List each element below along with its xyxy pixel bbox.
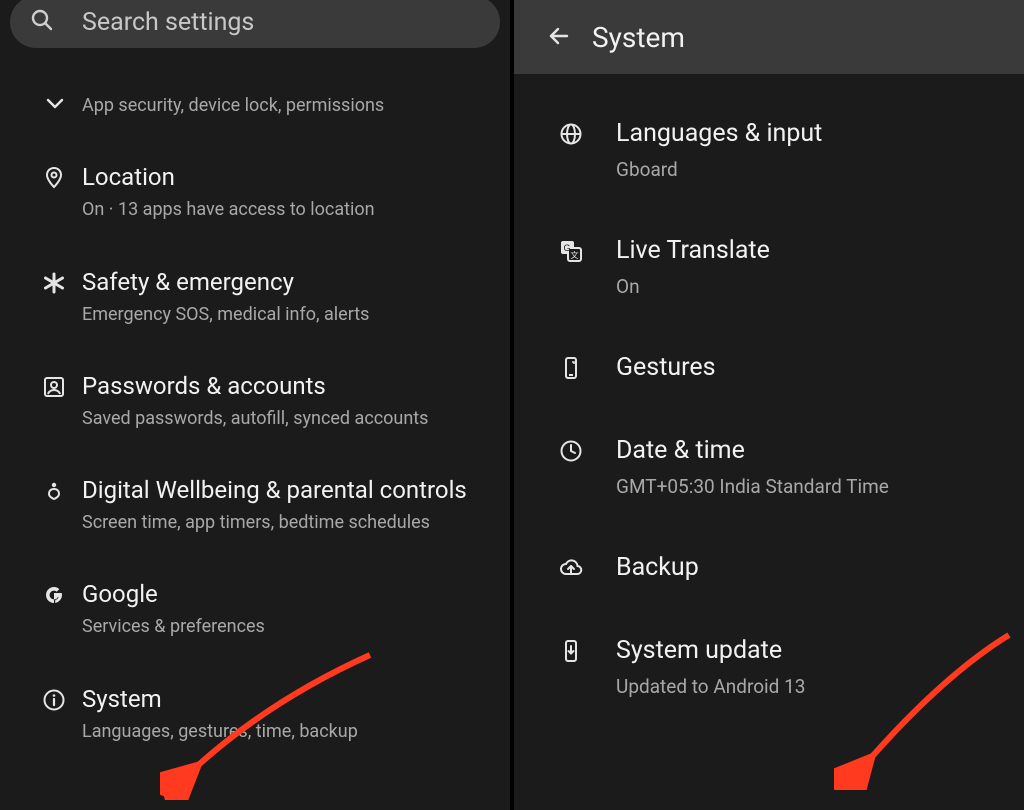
item-subtitle: On · 13 apps have access to location — [82, 198, 486, 222]
phone-gesture-icon — [559, 356, 585, 382]
item-title: Date & time — [616, 435, 1000, 466]
settings-item-google[interactable]: Google Services & preferences — [0, 557, 510, 661]
system-item-date-time[interactable]: Date & time GMT+05:30 India Standard Tim… — [514, 409, 1024, 526]
settings-item-location[interactable]: Location On · 13 apps have access to loc… — [0, 140, 510, 244]
cloud-upload-icon — [559, 556, 585, 582]
settings-main-pane: Search settings App security, device loc… — [0, 0, 512, 810]
translate-icon — [559, 239, 585, 265]
google-g-icon — [42, 583, 66, 607]
item-subtitle: GMT+05:30 India Standard Time — [616, 474, 1000, 500]
item-title: Google — [82, 579, 486, 609]
phone-download-icon — [559, 639, 585, 665]
system-item-gestures[interactable]: Gestures — [514, 326, 1024, 409]
item-title: Gestures — [616, 352, 1000, 383]
settings-list: App security, device lock, permissions L… — [0, 48, 510, 766]
system-item-live-translate[interactable]: Live Translate On — [514, 209, 1024, 326]
wellbeing-icon — [42, 479, 66, 503]
item-title: Live Translate — [616, 235, 1000, 266]
location-pin-icon — [42, 166, 66, 190]
system-item-system-update[interactable]: System update Updated to Android 13 — [514, 609, 1024, 726]
item-title: Passwords & accounts — [82, 371, 486, 401]
settings-item-wellbeing[interactable]: Digital Wellbeing & parental controls Sc… — [0, 453, 510, 557]
settings-item-system[interactable]: System Languages, gestures, time, backup — [0, 662, 510, 766]
globe-icon — [559, 122, 585, 148]
settings-item-security[interactable]: App security, device lock, permissions — [0, 58, 510, 140]
item-subtitle: Saved passwords, autofill, synced accoun… — [82, 407, 486, 431]
item-subtitle: Emergency SOS, medical info, alerts — [82, 303, 486, 327]
item-title: Safety & emergency — [82, 267, 486, 297]
system-item-languages[interactable]: Languages & input Gboard — [514, 92, 1024, 209]
back-button[interactable] — [534, 24, 586, 50]
item-subtitle: Services & preferences — [82, 615, 486, 639]
item-subtitle: Updated to Android 13 — [616, 674, 1000, 700]
item-subtitle: Languages, gestures, time, backup — [82, 720, 486, 744]
item-title: System update — [616, 635, 1000, 666]
search-placeholder: Search settings — [82, 8, 254, 37]
system-pane: System Languages & input Gboard Live Tra… — [512, 0, 1024, 810]
item-subtitle: Screen time, app timers, bedtime schedul… — [82, 511, 486, 535]
item-subtitle: Gboard — [616, 157, 1000, 183]
search-icon — [30, 8, 54, 36]
info-icon — [42, 688, 66, 712]
search-bar[interactable]: Search settings — [10, 0, 500, 48]
system-item-backup[interactable]: Backup — [514, 526, 1024, 609]
settings-item-safety[interactable]: Safety & emergency Emergency SOS, medica… — [0, 245, 510, 349]
item-subtitle: On — [616, 274, 1000, 300]
asterisk-icon — [42, 271, 66, 295]
app-bar-title: System — [592, 21, 685, 54]
chevron-down-icon — [43, 92, 65, 114]
item-title: System — [82, 684, 486, 714]
item-title: Backup — [616, 552, 1000, 583]
app-bar: System — [514, 0, 1024, 74]
item-title: Digital Wellbeing & parental controls — [82, 475, 486, 505]
account-box-icon — [42, 375, 66, 399]
settings-item-passwords[interactable]: Passwords & accounts Saved passwords, au… — [0, 349, 510, 453]
item-title: Location — [82, 162, 486, 192]
system-list: Languages & input Gboard Live Translate … — [514, 74, 1024, 726]
item-subtitle: App security, device lock, permissions — [82, 94, 486, 118]
item-title: Languages & input — [616, 118, 1000, 149]
clock-icon — [559, 439, 585, 465]
